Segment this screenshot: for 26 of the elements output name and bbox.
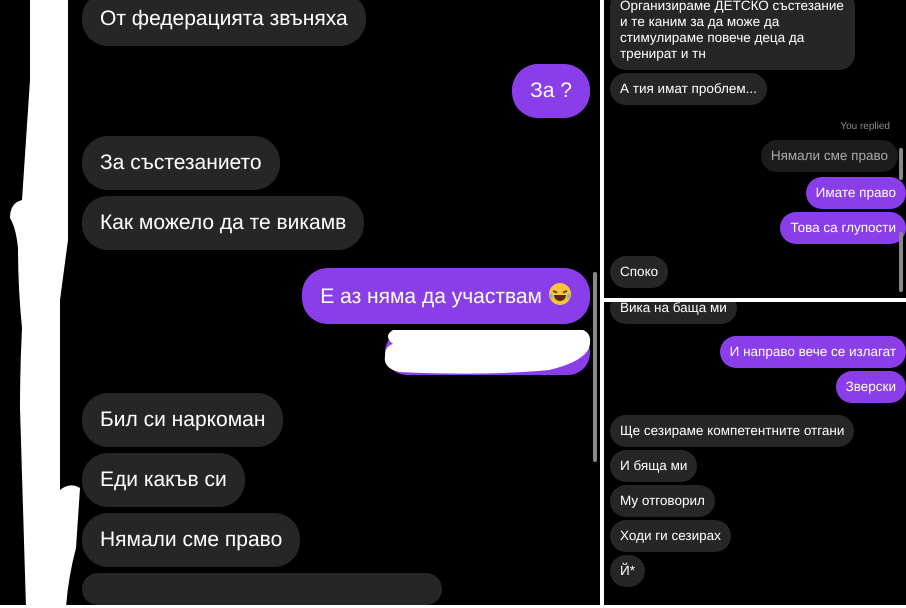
- message-bubble: Нямали сме право: [82, 512, 300, 567]
- message-bubble: Бил си наркоман: [82, 392, 284, 447]
- message-bubble: Организираме ДЕТСКО състезание и те каним за да може да стимулираме повече деца да тренират и тн: [610, 0, 855, 70]
- message-bubble: Ще сезираме компетентните отгани: [610, 415, 854, 447]
- message-bubble: Имате право: [806, 177, 906, 209]
- message-bubble: Зверски: [836, 371, 906, 403]
- scrollbar[interactable]: [593, 272, 597, 462]
- message-bubble: За ?: [512, 64, 590, 118]
- message-bubble: Това са глупости: [780, 212, 906, 244]
- message-bubble: Е аз няма да участвам: [302, 268, 590, 324]
- quoted-message: Нямали сме право: [760, 140, 898, 172]
- message-bubble: И бяща ми: [610, 450, 698, 482]
- message-bubble: Ходи ги сезирах: [610, 520, 731, 552]
- message-bubble: И направо вече се излагат: [720, 336, 906, 368]
- message-bubble: Й*: [610, 555, 645, 587]
- reply-label: You replied: [840, 120, 890, 134]
- message-bubble: Вика на баща ми: [610, 302, 737, 324]
- scrollbar[interactable]: [899, 232, 903, 292]
- message-bubble: За състезанието: [82, 136, 280, 190]
- message-bubble: Му отговорил: [610, 485, 715, 517]
- message-bubble: Еди какъв си: [82, 452, 245, 507]
- scrollbar[interactable]: [899, 148, 903, 180]
- message-bubble: Как можело да те викамв: [82, 196, 364, 250]
- message-bubble: А тия имат проблем...: [610, 73, 767, 105]
- message-bubble: От федерацията звъняха: [82, 0, 366, 46]
- message-bubble: Споко: [610, 256, 668, 288]
